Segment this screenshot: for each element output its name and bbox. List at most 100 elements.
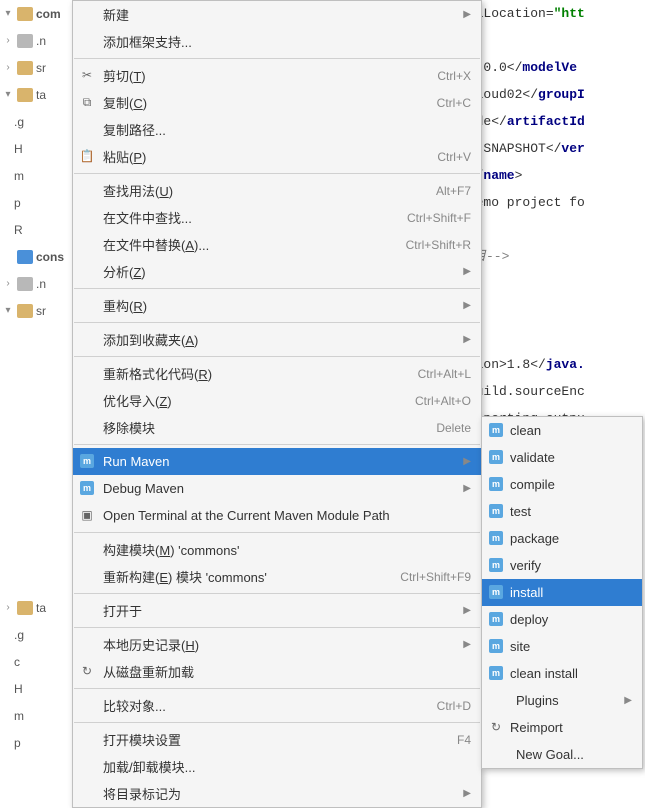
tree-row[interactable]: [0, 405, 70, 432]
run-maven-submenu[interactable]: mcleanmvalidatemcompilemtestmpackagemver…: [481, 416, 643, 769]
maven-submenu-item[interactable]: mverify: [482, 552, 642, 579]
tree-row[interactable]: [0, 567, 70, 594]
separator: [74, 688, 480, 689]
context-menu-item[interactable]: 将目录标记为▶: [73, 780, 481, 807]
context-menu-item[interactable]: 构建模块(M) 'commons': [73, 536, 481, 563]
context-menu-item[interactable]: 查找用法(U)Alt+F7: [73, 177, 481, 204]
context-menu-item[interactable]: ↻从磁盘重新加载: [73, 658, 481, 685]
tree-row[interactable]: [0, 324, 70, 351]
tree-row[interactable]: .g: [0, 621, 70, 648]
context-menu-item[interactable]: 重构(R)▶: [73, 292, 481, 319]
tree-label: H: [14, 682, 23, 696]
menu-label: clean: [510, 423, 632, 438]
context-menu-item[interactable]: 打开于▶: [73, 597, 481, 624]
maven-icon: m: [488, 557, 504, 573]
maven-submenu-item[interactable]: mvalidate: [482, 444, 642, 471]
shortcut-label: Ctrl+Shift+R: [406, 238, 471, 252]
tree-row[interactable]: ›sr: [0, 54, 70, 81]
tree-label: .n: [36, 34, 46, 48]
context-menu-item[interactable]: ▣Open Terminal at the Current Maven Modu…: [73, 502, 481, 529]
context-menu-item[interactable]: 打开模块设置F4: [73, 726, 481, 753]
separator: [74, 58, 480, 59]
context-menu-item[interactable]: 在文件中替换(A)...Ctrl+Shift+R: [73, 231, 481, 258]
context-menu-item[interactable]: 📋粘贴(P)Ctrl+V: [73, 143, 481, 170]
tree-row[interactable]: ›.n: [0, 27, 70, 54]
context-menu-item[interactable]: 本地历史记录(H)▶: [73, 631, 481, 658]
folder-icon: [17, 7, 33, 21]
context-menu-item[interactable]: 移除模块Delete: [73, 414, 481, 441]
tree-label: .n: [36, 277, 46, 291]
shortcut-label: F4: [457, 733, 471, 747]
shortcut-label: Delete: [436, 421, 471, 435]
tree-label: m: [14, 169, 24, 183]
tree-row[interactable]: ▾sr: [0, 297, 70, 324]
context-menu-item[interactable]: 新建▶: [73, 1, 481, 28]
tree-row[interactable]: ▾ta: [0, 81, 70, 108]
context-menu-item[interactable]: 加载/卸载模块...: [73, 753, 481, 780]
menu-label: 重新构建(E) 模块 'commons': [103, 567, 400, 586]
maven-submenu-item[interactable]: mpackage: [482, 525, 642, 552]
menu-label: New Goal...: [516, 747, 632, 762]
maven-icon: m: [79, 453, 95, 469]
expand-arrow-icon: ▾: [2, 89, 14, 100]
context-menu-item[interactable]: 分析(Z)▶: [73, 258, 481, 285]
tree-row[interactable]: [0, 486, 70, 513]
maven-submenu-item[interactable]: minstall: [482, 579, 642, 606]
context-menu-item[interactable]: 优化导入(Z)Ctrl+Alt+O: [73, 387, 481, 414]
tree-row[interactable]: [0, 459, 70, 486]
tree-row[interactable]: [0, 540, 70, 567]
submenu-arrow-icon: ▶: [463, 639, 471, 650]
menu-label: Debug Maven: [103, 481, 457, 496]
tree-row[interactable]: R: [0, 216, 70, 243]
tree-row[interactable]: [0, 351, 70, 378]
tree-row[interactable]: [0, 513, 70, 540]
maven-submenu-item[interactable]: mclean install: [482, 660, 642, 687]
context-menu-item[interactable]: 在文件中查找...Ctrl+Shift+F: [73, 204, 481, 231]
maven-submenu-item[interactable]: mdeploy: [482, 606, 642, 633]
context-menu-item[interactable]: ⧉复制(C)Ctrl+C: [73, 89, 481, 116]
context-menu-item[interactable]: 添加框架支持...: [73, 28, 481, 55]
menu-label: 优化导入(Z): [103, 391, 415, 410]
context-menu-item[interactable]: ✂剪切(T)Ctrl+X: [73, 62, 481, 89]
context-menu-item[interactable]: 重新格式化代码(R)Ctrl+Alt+L: [73, 360, 481, 387]
context-menu-item[interactable]: 比较对象...Ctrl+D: [73, 692, 481, 719]
maven-submenu-item[interactable]: ↻Reimport: [482, 714, 642, 741]
tree-row[interactable]: ▾com: [0, 0, 70, 27]
tree-label: sr: [36, 61, 46, 75]
context-menu-item[interactable]: mRun Maven▶: [73, 448, 481, 475]
context-menu[interactable]: 新建▶添加框架支持... ✂剪切(T)Ctrl+X⧉复制(C)Ctrl+C 复制路径…: [72, 0, 482, 808]
maven-submenu-item[interactable]: Plugins▶: [482, 687, 642, 714]
tree-row[interactable]: ›ta: [0, 594, 70, 621]
maven-submenu-item[interactable]: mtest: [482, 498, 642, 525]
tree-row[interactable]: [0, 432, 70, 459]
maven-submenu-item[interactable]: New Goal...: [482, 741, 642, 768]
context-menu-item[interactable]: 复制路径...: [73, 116, 481, 143]
maven-submenu-item[interactable]: mclean: [482, 417, 642, 444]
tree-row[interactable]: H: [0, 135, 70, 162]
tree-row[interactable]: cons: [0, 243, 70, 270]
maven-submenu-item[interactable]: mcompile: [482, 471, 642, 498]
context-menu-item[interactable]: 重新构建(E) 模块 'commons'Ctrl+Shift+F9: [73, 563, 481, 590]
tree-row[interactable]: H: [0, 675, 70, 702]
tree-row[interactable]: [0, 378, 70, 405]
maven-submenu-item[interactable]: msite: [482, 633, 642, 660]
submenu-arrow-icon: ▶: [463, 456, 471, 467]
menu-label: 粘贴(P): [103, 147, 437, 166]
maven-icon: m: [488, 611, 504, 627]
tree-row[interactable]: .g: [0, 108, 70, 135]
tree-row[interactable]: p: [0, 729, 70, 756]
context-menu-item[interactable]: mDebug Maven▶: [73, 475, 481, 502]
project-tree[interactable]: ▾com›.n›sr▾ta.gHmpRcons›.n▾sr›ta.gcHmp: [0, 0, 70, 753]
menu-label: validate: [510, 450, 632, 465]
tree-row[interactable]: ›.n: [0, 270, 70, 297]
submenu-arrow-icon: ▶: [463, 334, 471, 345]
tree-row[interactable]: m: [0, 162, 70, 189]
context-menu-item[interactable]: 添加到收藏夹(A)▶: [73, 326, 481, 353]
tree-row[interactable]: p: [0, 189, 70, 216]
tree-row[interactable]: c: [0, 648, 70, 675]
expand-arrow-icon: ▾: [2, 8, 14, 19]
menu-label: 复制路径...: [103, 120, 471, 139]
tree-row[interactable]: m: [0, 702, 70, 729]
separator: [74, 532, 480, 533]
shortcut-label: Ctrl+C: [437, 96, 471, 110]
